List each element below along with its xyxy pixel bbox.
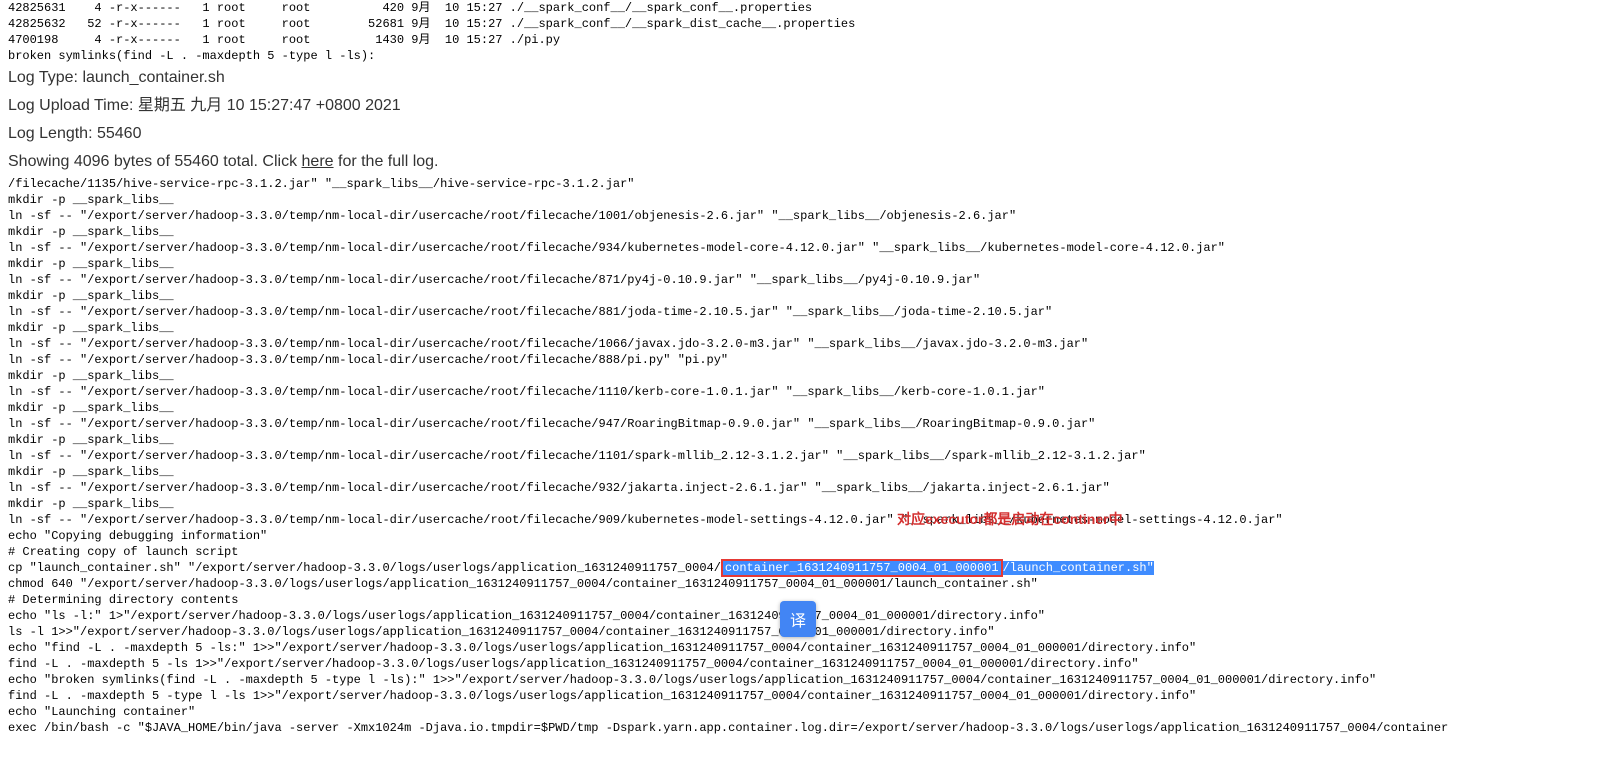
translate-icon: 译 xyxy=(790,607,806,631)
showing-prefix: Showing 4096 bytes of 55460 total. Click xyxy=(8,153,302,170)
log-upload-label: Log Upload Time: xyxy=(8,97,138,114)
log-body-3: chmod 640 "/export/server/hadoop-3.3.0/l… xyxy=(0,576,1607,736)
showing-suffix: for the full log. xyxy=(334,153,439,170)
annotation-text: 对应executor都是启动在continer中 xyxy=(897,511,1123,527)
log-body-2: echo "Copying debugging information" # C… xyxy=(0,528,1607,560)
container-id-highlight: container_1631240911757_0004_01_000001 xyxy=(721,559,1003,577)
translate-button[interactable]: 译 xyxy=(780,601,816,637)
log-length-label: Log Length: xyxy=(8,125,97,142)
log-type-label: Log Type: xyxy=(8,69,82,86)
showing-line: Showing 4096 bytes of 55460 total. Click… xyxy=(0,148,1607,176)
log-viewer: 42825631 4 -r-x------ 1 root root 420 9月… xyxy=(0,0,1607,736)
full-log-link[interactable]: here xyxy=(302,153,334,170)
log-upload-heading: Log Upload Time: 星期五 九月 10 15:27:47 +080… xyxy=(0,92,1607,120)
log-type-value: launch_container.sh xyxy=(82,69,224,86)
log-line-with-annotation: ln -sf -- "/export/server/hadoop-3.3.0/t… xyxy=(0,512,1607,528)
cp-prefix: cp "launch_container.sh" "/export/server… xyxy=(8,561,721,575)
log-length-value: 55460 xyxy=(97,125,142,142)
log-upload-value: 星期五 九月 10 15:27:47 +0800 2021 xyxy=(138,97,401,114)
log-body-1: /filecache/1135/hive-service-rpc-3.1.2.j… xyxy=(0,176,1607,512)
cp-launch-container-line: cp "launch_container.sh" "/export/server… xyxy=(0,560,1607,576)
cp-selected-suffix: /launch_container.sh" xyxy=(1003,561,1154,575)
log-type-heading: Log Type: launch_container.sh xyxy=(0,64,1607,92)
log-length-heading: Log Length: 55460 xyxy=(0,120,1607,148)
top-file-listing: 42825631 4 -r-x------ 1 root root 420 9月… xyxy=(0,0,1607,64)
